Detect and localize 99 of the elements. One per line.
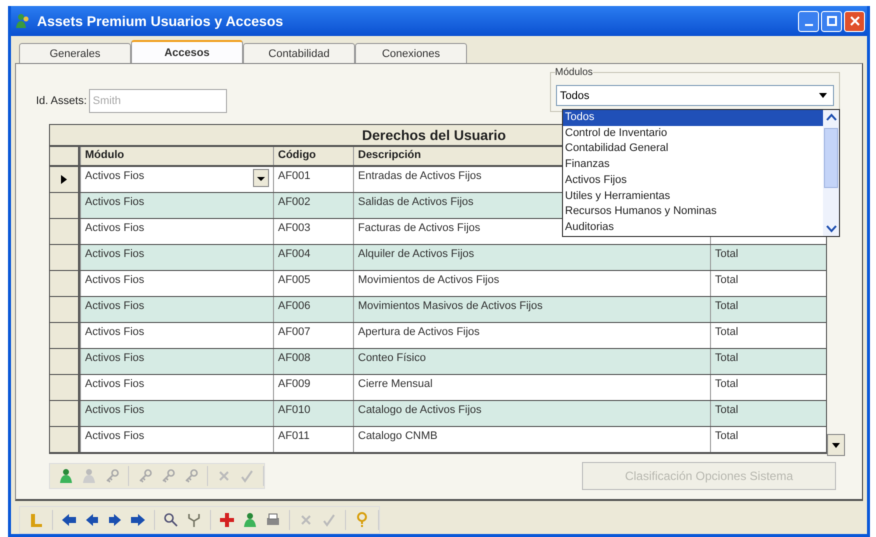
tab[interactable]: Generales <box>19 43 131 63</box>
person-icon <box>58 468 74 484</box>
cell-text: Activos Fios <box>85 352 144 364</box>
table-cell: AF010 <box>273 401 353 426</box>
table-cell: AF008 <box>273 349 353 374</box>
tab[interactable]: Conexiones <box>355 43 467 63</box>
fork-icon <box>186 512 202 528</box>
table-cell: AF004 <box>273 245 353 270</box>
maximize-button[interactable] <box>821 10 842 32</box>
dropdown-option[interactable]: Recursos Humanos y Nominas <box>563 204 823 220</box>
row-selector[interactable] <box>50 427 80 452</box>
person-icon <box>81 468 97 484</box>
table-cell: Total <box>710 427 826 452</box>
row-selector[interactable] <box>50 193 80 218</box>
table-cell: Conteo Físico <box>353 349 710 374</box>
dropdown-option[interactable]: Auditorias <box>563 220 823 236</box>
table-cell: AF007 <box>273 323 353 348</box>
search-icon <box>163 512 179 528</box>
caret-icon[interactable] <box>253 169 269 187</box>
tab[interactable]: Contabilidad <box>243 43 355 63</box>
arrow-left-icon <box>84 512 100 528</box>
maximize-icon <box>826 16 836 26</box>
close-icon <box>850 16 860 26</box>
table-cell: AF002 <box>273 193 353 218</box>
close-button[interactable] <box>844 10 865 32</box>
cell-text: Activos Fios <box>85 404 144 416</box>
cell-text: Activos Fios <box>85 300 144 312</box>
table-cell: Movimientos Masivos de Activos Fijos <box>353 297 710 322</box>
table-cell: Total <box>710 297 826 322</box>
people-icon <box>15 13 31 29</box>
row-selector[interactable] <box>50 245 80 270</box>
table-cell: Alquiler de Activos Fijos <box>353 245 710 270</box>
key-icon <box>183 468 199 484</box>
cell-text: Activos Fios <box>85 430 144 442</box>
table-cell: Cierre Mensual <box>353 375 710 400</box>
plus-button[interactable] <box>217 510 237 530</box>
scrollbar[interactable] <box>823 110 839 236</box>
cell-text: Activos Fios <box>85 274 144 286</box>
table-cell: Total <box>710 323 826 348</box>
table-cell: AF003 <box>273 219 353 244</box>
table-cell: Total <box>710 375 826 400</box>
table-cell: Movimientos de Activos Fijos <box>353 271 710 296</box>
window-title: Assets Premium Usuarios y Accesos <box>37 13 284 29</box>
table-cell: AF009 <box>273 375 353 400</box>
row-selector[interactable] <box>50 167 80 192</box>
column-header[interactable]: Módulo <box>85 149 124 161</box>
key-icon <box>137 468 153 484</box>
table-cell: AF011 <box>273 427 353 452</box>
current-row-icon <box>61 175 67 184</box>
cell-text: Activos Fios <box>85 326 144 338</box>
dropdown-option[interactable]: Activos Fijos <box>563 172 823 189</box>
cell-text: Activos Fios <box>85 222 144 234</box>
minimize-icon <box>804 24 812 26</box>
table-cell: AF006 <box>273 297 353 322</box>
arrow-left-icon <box>61 512 77 528</box>
table-cell: Apertura de Activos Fijos <box>353 323 710 348</box>
cell-text: Activos Fios <box>85 170 144 182</box>
row-selector[interactable] <box>50 219 80 244</box>
table-cell: Total <box>710 401 826 426</box>
dropdown-option[interactable]: Utiles y Herramientas <box>563 188 823 204</box>
check-icon <box>321 512 337 528</box>
check-icon <box>239 468 255 484</box>
row-selector[interactable] <box>50 349 80 374</box>
cell-text: Activos Fios <box>85 196 144 208</box>
table-cell: Catalogo de Activos Fijos <box>353 401 710 426</box>
row-selector[interactable] <box>50 375 80 400</box>
key-icon <box>160 468 176 484</box>
column-header[interactable]: Código <box>278 149 316 161</box>
group-label: Módulos <box>555 67 593 78</box>
table-cell: AF001 <box>273 167 353 192</box>
printer-icon <box>265 512 281 528</box>
person-icon <box>242 512 258 528</box>
arrow-right-icon <box>130 512 146 528</box>
arrow-right-icon <box>107 512 123 528</box>
row-selector[interactable] <box>50 401 80 426</box>
scroll-down-button[interactable] <box>827 434 845 456</box>
key-icon <box>104 468 120 484</box>
cell-text: Activos Fios <box>85 378 144 390</box>
row-selector[interactable] <box>50 297 80 322</box>
row-selector[interactable] <box>50 271 80 296</box>
caret-icon <box>832 442 840 448</box>
table-cell: Total <box>710 245 826 270</box>
dropdown-option[interactable]: Todos <box>563 110 823 126</box>
field-label: Id. Assets: <box>36 95 87 107</box>
table-cell: Catalogo CNMB <box>353 427 710 452</box>
table-cell: AF005 <box>273 271 353 296</box>
table-cell: Total <box>710 271 826 296</box>
dropdown-option[interactable]: Control de Inventario <box>563 126 823 142</box>
cell-text: Activos Fios <box>85 248 144 260</box>
row-selector[interactable] <box>50 323 80 348</box>
minimize-button[interactable] <box>798 10 819 32</box>
help-icon <box>354 512 370 528</box>
table-cell: Total <box>710 349 826 374</box>
dropdown-option[interactable]: Finanzas <box>563 157 823 173</box>
caret-icon <box>819 93 827 98</box>
modules-dropdown[interactable]: Todos <box>556 85 834 106</box>
plus-icon <box>219 512 235 528</box>
tab[interactable]: Accesos <box>131 40 243 63</box>
column-header[interactable]: Descripción <box>358 149 421 161</box>
